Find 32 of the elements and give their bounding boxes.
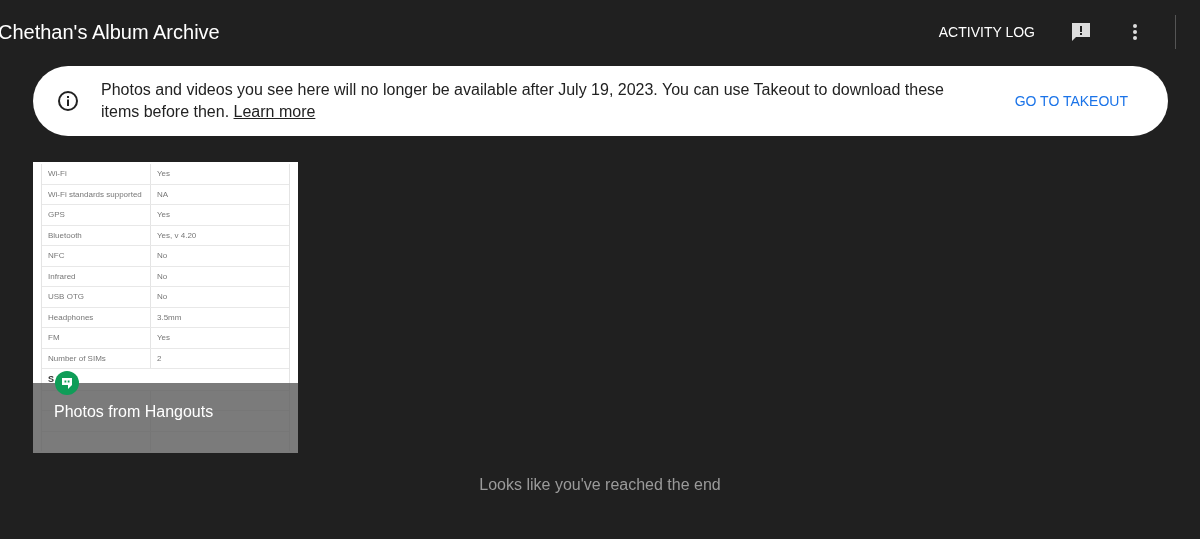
table-cell: GPS (42, 205, 151, 225)
table-cell-text: 2 (156, 352, 163, 365)
section-heading: S (47, 373, 54, 387)
table-cell-text: No (156, 270, 169, 283)
feedback-icon (1070, 21, 1092, 43)
album-card[interactable]: Wi-Fi Yes Wi-Fi standards supported NA GPS Yes Bluetooth Yes, v 4.20 NFC No Infrared No USB OTG No Headphones 3.5mm FM Yes Number of SIMs 2 S Photos from Hangouts (33, 162, 298, 453)
table-cell-text: Yes (156, 332, 172, 345)
chat-bubble-icon (55, 371, 79, 395)
table-cell-text: NA (156, 188, 170, 201)
table-cell: Infrared (42, 266, 151, 286)
table-cell: USB OTG (42, 287, 151, 307)
more-icon (1132, 23, 1138, 41)
learn-more-link[interactable]: Learn more (233, 103, 316, 120)
table-cell-text: Yes, v 4.20 (156, 229, 198, 242)
table-cell: Wi-Fi (42, 164, 151, 184)
go-to-takeout-button[interactable]: GO TO TAKEOUT (1006, 85, 1136, 117)
table-cell: Wi-Fi standards supported (42, 184, 151, 204)
table-cell: FM (42, 328, 151, 348)
notice-text: Photos and videos you see here will no longer be available after July 19, 2023. You can use Takeout to download these items before then. Learn more (101, 80, 945, 122)
table-cell-text: Yes (156, 209, 172, 222)
table-cell-text: No (156, 291, 169, 304)
table-cell: Bluetooth (42, 225, 151, 245)
table-cell: Headphones (42, 307, 151, 327)
album-title: Photos from Hangouts (54, 403, 214, 421)
table-cell: Number of SIMs (42, 348, 151, 368)
table-cell-text: Yes (156, 168, 172, 181)
table-cell-text: 3.5mm (156, 311, 183, 324)
activity-log-button[interactable]: ACTIVITY LOG (930, 16, 1043, 48)
table-cell-text: No (156, 250, 169, 263)
end-message: Looks like you've reached the end (478, 476, 722, 494)
info-icon (57, 90, 79, 112)
table-cell: NFC (42, 246, 151, 266)
